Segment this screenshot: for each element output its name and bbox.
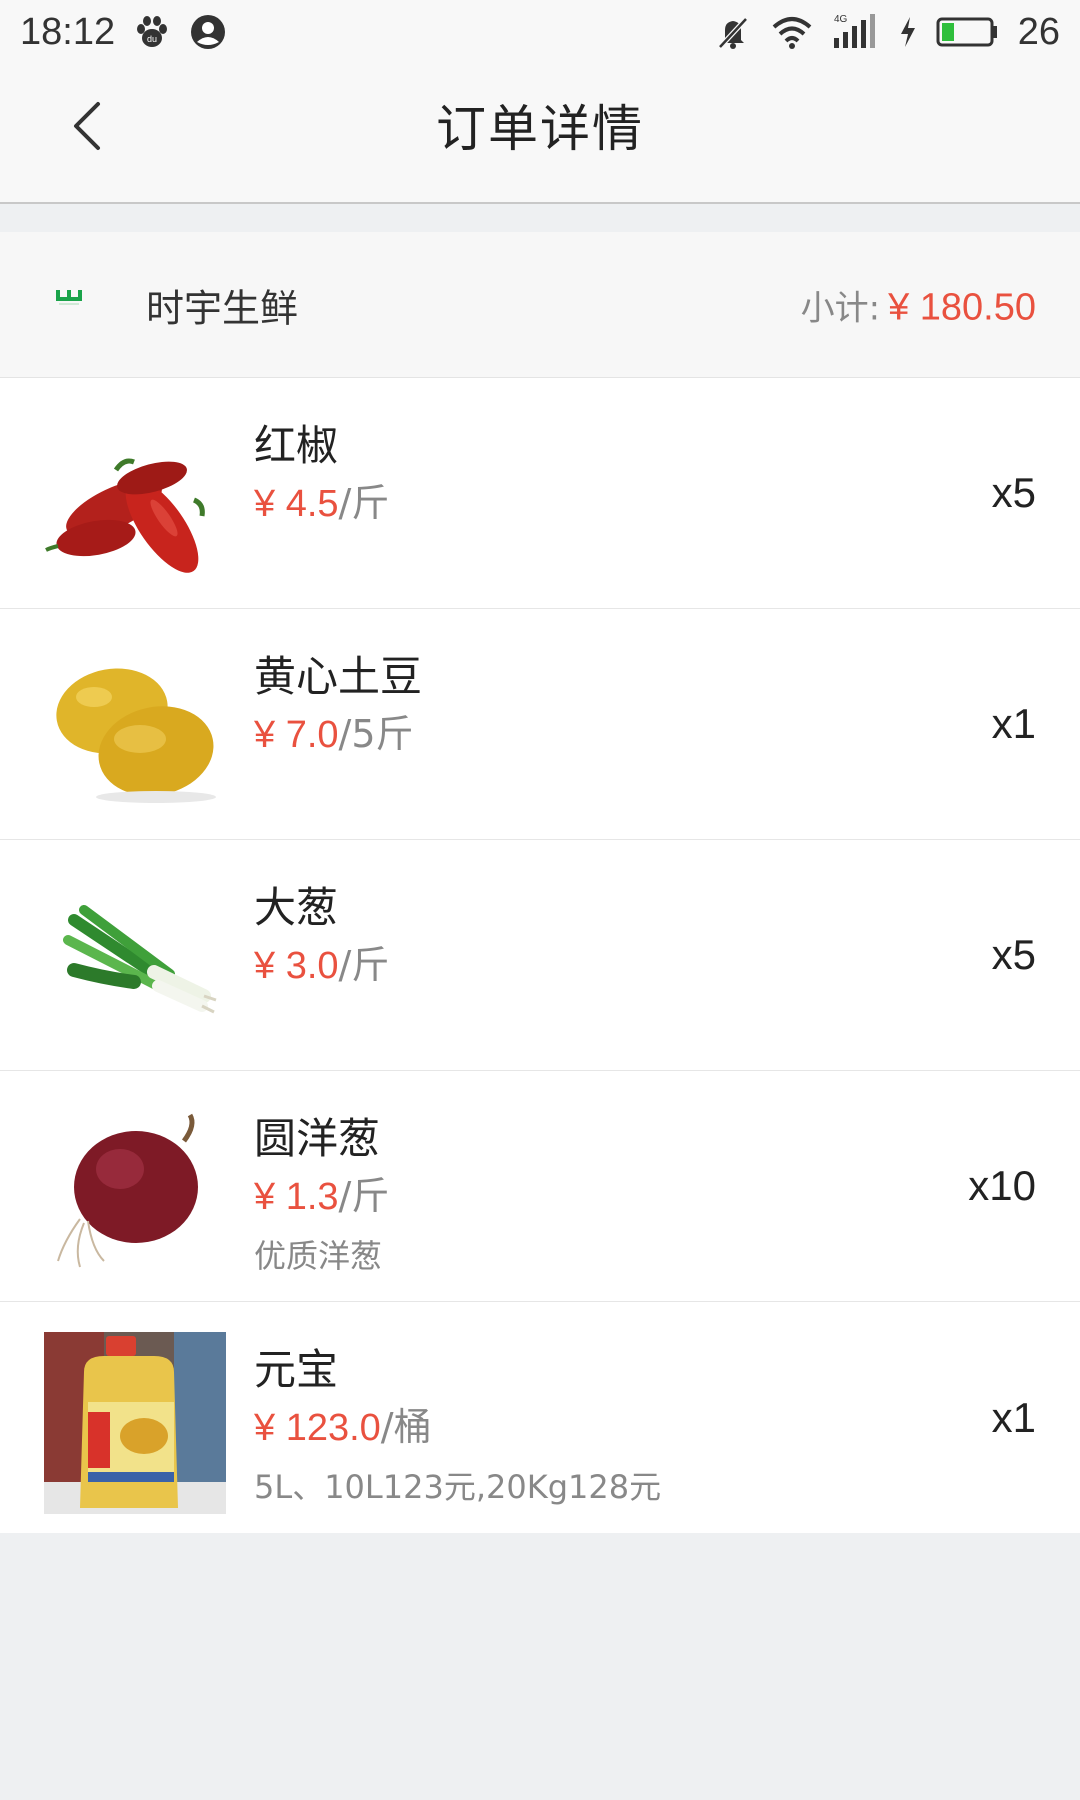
chevron-left-icon: [68, 100, 108, 152]
item-quantity: x5: [991, 931, 1036, 978]
battery-percentage: 26: [1017, 10, 1060, 53]
subtotal-value: ¥ 180.50: [888, 286, 1036, 328]
item-price: ¥ 1.3/斤: [254, 1165, 389, 1220]
wifi-icon: [770, 13, 814, 51]
order-items-list: 红椒 ¥ 4.5/斤 x5 黄心土豆 ¥ 7.0/5斤 x1 大葱 ¥ 3.0/…: [0, 378, 1080, 1533]
header-divider: [0, 202, 1080, 204]
item-quantity: x10: [968, 1162, 1036, 1209]
item-price: ¥ 123.0/桶: [254, 1396, 432, 1451]
red-onion-image: [44, 1101, 226, 1283]
back-button[interactable]: [48, 86, 128, 166]
svg-text:du: du: [147, 34, 157, 44]
item-price: ¥ 7.0/5斤: [254, 703, 414, 758]
item-price-value: ¥ 1.3: [254, 1176, 339, 1218]
item-price-unit: /桶: [380, 1405, 432, 1449]
status-bar: 18:12 du 4G 26: [0, 0, 1080, 64]
network-label: 4G: [834, 14, 848, 25]
battery-icon: [936, 15, 1000, 49]
order-item[interactable]: 大葱 ¥ 3.0/斤 x5: [0, 840, 1080, 1071]
item-price-unit: /斤: [338, 481, 390, 525]
header: 订单详情: [0, 64, 1080, 202]
item-price: ¥ 3.0/斤: [254, 934, 389, 989]
item-name: 大葱: [254, 883, 339, 932]
shop-row[interactable]: 时宇生鲜 小计: ¥ 180.50: [0, 232, 1080, 378]
item-price: ¥ 4.5/斤: [254, 472, 389, 527]
order-item[interactable]: 红椒 ¥ 4.5/斤 x5: [0, 378, 1080, 609]
item-name: 元宝: [254, 1345, 339, 1394]
shop-logo-icon: [46, 274, 92, 320]
item-quantity: x5: [991, 469, 1036, 516]
status-right: 4G 26: [714, 11, 1060, 54]
order-item[interactable]: 元宝 ¥ 123.0/桶 5L、10L123元,20Kg128元 x1: [0, 1302, 1080, 1533]
item-price-value: ¥ 3.0: [254, 945, 339, 987]
item-price-value: ¥ 4.5: [254, 483, 339, 525]
charging-icon: [898, 15, 918, 49]
item-description: 优质洋葱: [254, 1237, 383, 1275]
page-title: 订单详情: [436, 100, 644, 158]
item-quantity: x1: [991, 1393, 1036, 1441]
account-icon: [189, 13, 227, 51]
item-price-unit: /斤: [338, 943, 390, 987]
item-price-value: ¥ 123.0: [254, 1407, 381, 1449]
baidu-paw-icon: du: [133, 13, 171, 51]
order-item[interactable]: 圆洋葱 ¥ 1.3/斤 优质洋葱 x10: [0, 1071, 1080, 1302]
item-description: 5L、10L123元,20Kg128元: [254, 1468, 662, 1506]
status-left: 18:12 du: [20, 11, 227, 54]
oil-bottle-image: [44, 1332, 226, 1514]
item-price-unit: /5斤: [338, 712, 414, 756]
signal-icon: 4G: [832, 12, 880, 52]
item-name: 红椒: [254, 421, 339, 470]
red-pepper-image: [44, 408, 226, 590]
item-quantity: x1: [991, 700, 1036, 747]
item-name: 圆洋葱: [254, 1114, 381, 1163]
item-price-unit: /斤: [338, 1174, 390, 1218]
order-item[interactable]: 黄心土豆 ¥ 7.0/5斤 x1: [0, 609, 1080, 840]
mute-icon: [714, 13, 752, 51]
item-price-value: ¥ 7.0: [254, 714, 339, 756]
subtotal-label: 小计:: [800, 288, 881, 328]
item-name: 黄心土豆: [254, 652, 423, 701]
shop-subtotal: 小计: ¥ 180.50: [801, 280, 1036, 329]
green-onion-image: [44, 870, 226, 1052]
status-time: 18:12: [20, 10, 116, 53]
potato-image: [44, 639, 226, 821]
shop-name: 时宇生鲜: [146, 286, 299, 330]
